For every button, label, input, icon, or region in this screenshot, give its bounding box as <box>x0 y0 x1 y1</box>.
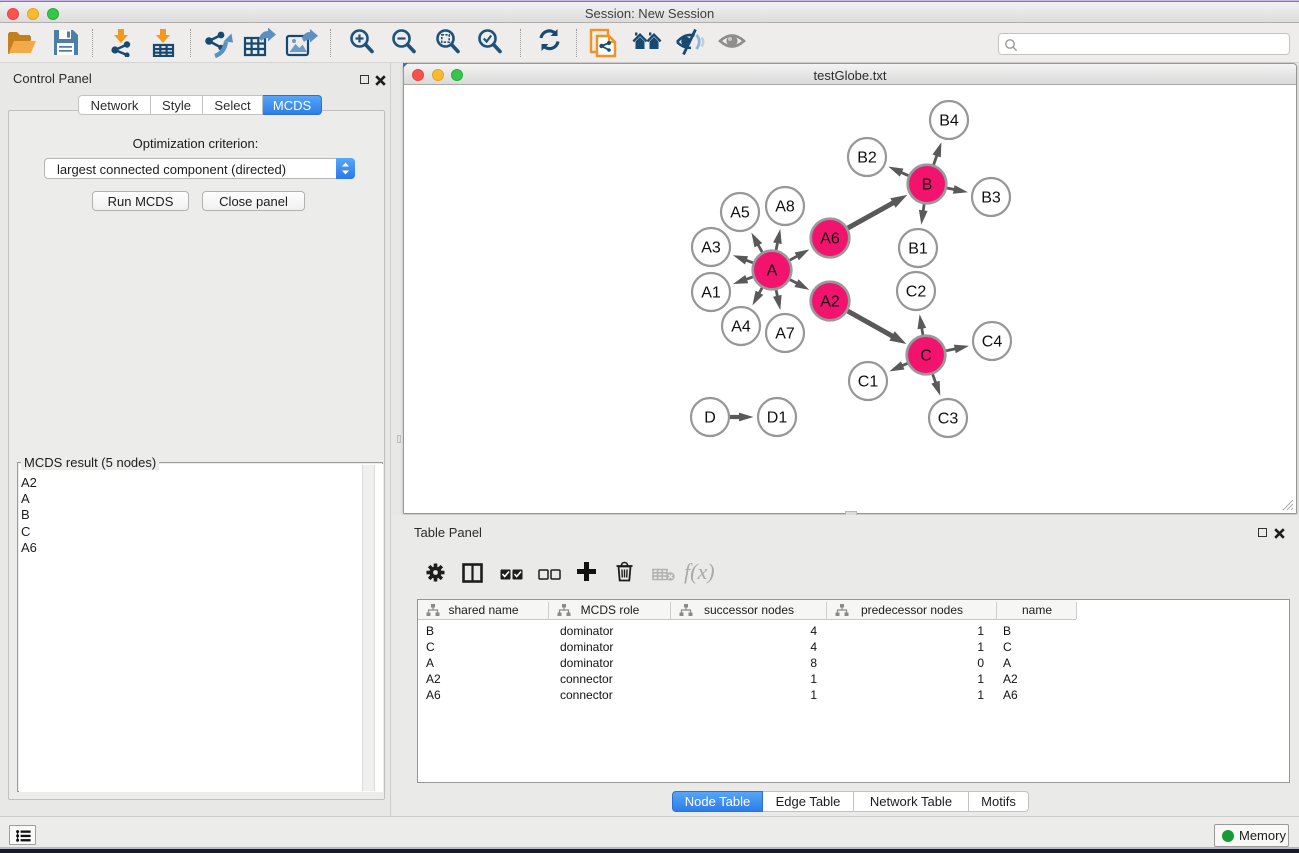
svg-text:B2: B2 <box>857 150 877 167</box>
svg-text:A8: A8 <box>775 199 795 216</box>
svg-text:D: D <box>704 410 716 427</box>
svg-text:A5: A5 <box>730 205 750 222</box>
svg-text:C2: C2 <box>906 284 927 301</box>
svg-text:A2: A2 <box>820 294 840 311</box>
svg-text:D1: D1 <box>767 410 788 427</box>
svg-text:A7: A7 <box>775 326 795 343</box>
svg-text:B4: B4 <box>939 113 959 130</box>
svg-text:B3: B3 <box>981 190 1001 207</box>
svg-text:A6: A6 <box>820 231 840 248</box>
svg-text:C1: C1 <box>858 374 879 391</box>
svg-text:A3: A3 <box>701 240 721 257</box>
svg-text:A: A <box>767 263 778 280</box>
svg-text:C4: C4 <box>982 334 1003 351</box>
svg-text:B: B <box>922 177 933 194</box>
svg-text:B1: B1 <box>908 241 928 258</box>
svg-text:C: C <box>920 348 932 365</box>
svg-text:A4: A4 <box>731 319 751 336</box>
svg-text:C3: C3 <box>938 411 959 428</box>
svg-text:A1: A1 <box>701 285 721 302</box>
